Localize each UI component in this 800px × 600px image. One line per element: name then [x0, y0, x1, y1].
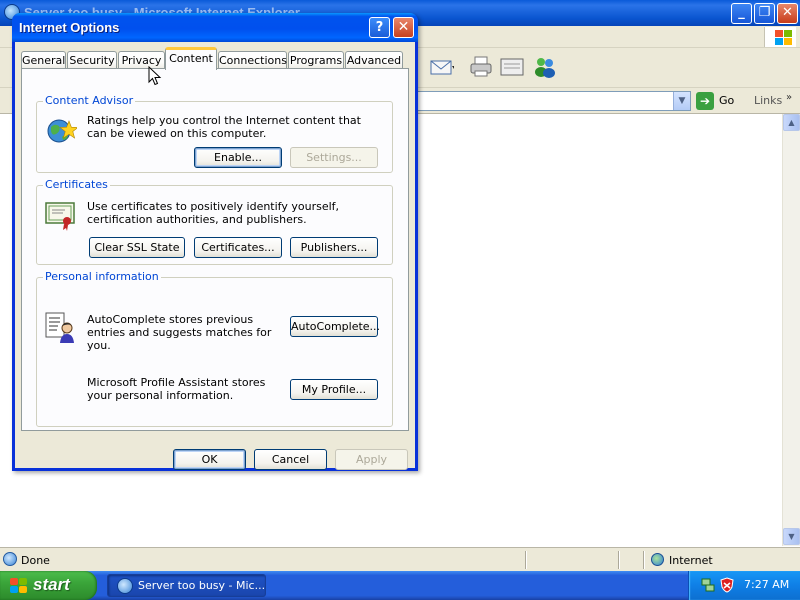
apply-button[interactable]: Apply [335, 449, 408, 470]
dialog-body: General Security Privacy Content Connect… [15, 42, 415, 470]
links-button[interactable]: Links [754, 94, 782, 107]
dialog-close-button[interactable]: ✕ [393, 17, 414, 38]
enable-button[interactable]: Enable... [194, 147, 282, 168]
network-icon[interactable] [701, 578, 715, 592]
scroll-down-icon[interactable]: ▼ [783, 528, 800, 545]
settings-button[interactable]: Settings... [290, 147, 378, 168]
windows-logo-icon [764, 27, 796, 47]
ok-button[interactable]: OK [173, 449, 246, 470]
scroll-up-icon[interactable]: ▲ [783, 114, 800, 131]
tab-content[interactable]: Content [165, 47, 217, 70]
address-input[interactable]: ▼ [415, 91, 691, 111]
close-button[interactable]: ✕ [777, 3, 798, 24]
cancel-button[interactable]: Cancel [254, 449, 327, 470]
windows-flag-icon [10, 578, 28, 594]
clock: 7:27 AM [744, 578, 790, 591]
mail-icon[interactable] [430, 56, 454, 78]
autocomplete-button[interactable]: AutoComplete... [290, 316, 380, 337]
my-profile-button[interactable]: My Profile... [290, 379, 378, 400]
publishers-button[interactable]: Publishers... [290, 237, 378, 258]
dialog-title: Internet Options [19, 20, 120, 35]
profile-assistant-description: Microsoft Profile Assistant stores your … [87, 376, 266, 402]
tab-general[interactable]: General [21, 51, 66, 69]
certificates-description: Use certificates to positively identify … [87, 200, 340, 226]
tab-programs[interactable]: Programs [288, 51, 344, 69]
print-icon[interactable] [469, 56, 493, 78]
personal-information-title: Personal information [43, 270, 161, 283]
go-arrow-icon: ➔ [696, 92, 714, 110]
certificates-button[interactable]: Certificates... [194, 237, 282, 258]
security-shield-icon[interactable] [720, 577, 734, 593]
taskbar-item-label: Server too busy - Mic... [138, 579, 266, 592]
tab-security[interactable]: Security [67, 51, 117, 69]
taskbar: start Server too busy - Mic... 7:27 AM [0, 571, 800, 600]
links-chevron-icon[interactable]: » [786, 92, 792, 103]
tab-advanced[interactable]: Advanced [345, 51, 403, 69]
content-advisor-icon [47, 119, 77, 143]
status-divider [618, 551, 620, 569]
clear-ssl-state-button[interactable]: Clear SSL State [89, 237, 185, 258]
page-status-icon [3, 552, 17, 566]
certificates-group: Certificates Use certificates to positiv… [36, 178, 393, 265]
messenger-icon[interactable] [533, 56, 557, 78]
autocomplete-icon [45, 312, 74, 343]
content-tab-page: Content Advisor Ratings help you control… [21, 68, 409, 431]
start-label: start [33, 575, 70, 594]
dialog-titlebar[interactable]: Internet Options ? ✕ [12, 13, 418, 42]
ie-icon [117, 578, 133, 594]
certificate-icon [45, 202, 75, 231]
address-dropdown-icon[interactable]: ▼ [673, 92, 690, 110]
edit-icon[interactable] [500, 56, 524, 78]
certificates-title: Certificates [43, 178, 110, 191]
vertical-scrollbar[interactable]: ▲ ▼ [782, 114, 800, 546]
taskbar-item-ie[interactable]: Server too busy - Mic... [107, 574, 266, 597]
status-text: Done [21, 554, 50, 567]
content-advisor-title: Content Advisor [43, 94, 136, 107]
internet-zone-icon [651, 553, 664, 566]
go-button[interactable]: ➔ Go [696, 91, 746, 111]
system-tray: 7:27 AM [688, 571, 800, 600]
internet-options-dialog: Internet Options ? ✕ General Security Pr… [12, 13, 418, 471]
content-advisor-description: Ratings help you control the Internet co… [87, 114, 361, 140]
tab-connections[interactable]: Connections [218, 51, 287, 69]
start-button[interactable]: start [0, 571, 97, 600]
personal-information-group: Personal information AutoComplete stores… [36, 270, 393, 427]
maximize-button[interactable]: ❐ [754, 3, 775, 24]
minimize-button[interactable]: _ [731, 3, 752, 24]
autocomplete-description: AutoComplete stores previous entries and… [87, 313, 272, 352]
zone-text: Internet [669, 554, 713, 567]
mouse-cursor-icon [148, 66, 162, 86]
help-button[interactable]: ? [369, 17, 390, 38]
ie-statusbar: Done Internet [0, 547, 800, 571]
status-divider [643, 551, 645, 569]
status-divider [525, 551, 527, 569]
go-label: Go [719, 94, 735, 107]
content-advisor-group: Content Advisor Ratings help you control… [36, 94, 393, 173]
